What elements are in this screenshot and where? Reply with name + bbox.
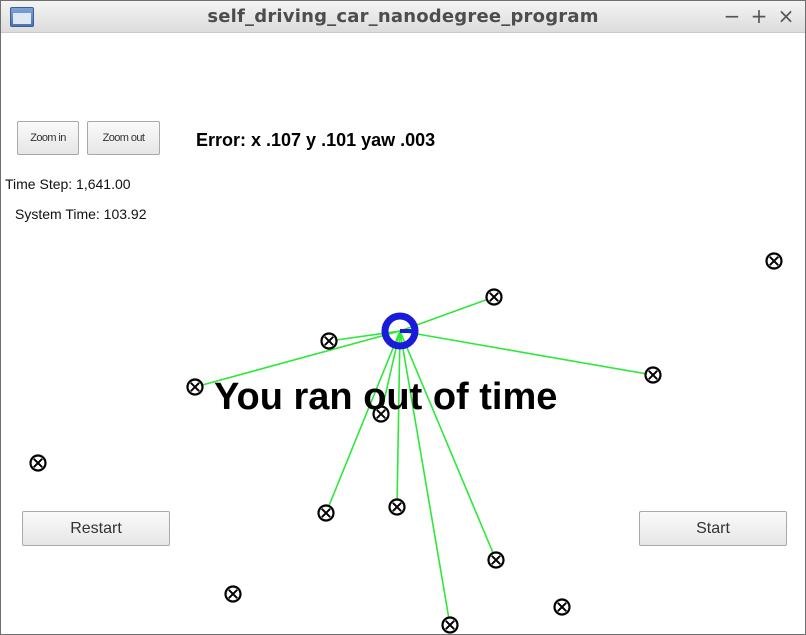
zoom-out-button[interactable]: Zoom out <box>87 121 160 155</box>
landmark-circle-x-icon <box>553 598 571 616</box>
landmark-circle-x-icon <box>644 366 662 384</box>
landmark-circle-x-icon <box>388 498 406 516</box>
observation-line <box>396 330 401 508</box>
zoom-in-button[interactable]: Zoom in <box>17 121 79 155</box>
close-button[interactable]: × <box>775 5 797 27</box>
observation-lines <box>194 296 654 626</box>
landmark-circle-x-icon <box>317 504 335 522</box>
simulation-canvas: Zoom in Zoom out Error: x .107 y .101 ya… <box>1 34 805 634</box>
simulator-window: self_driving_car_nanodegree_program − + … <box>0 0 806 635</box>
observation-line <box>325 330 401 514</box>
landmark-circle-x-icon <box>29 454 47 472</box>
landmark-circle-x-icon <box>186 378 204 396</box>
game-over-message: You ran out of time <box>214 376 558 418</box>
window-title: self_driving_car_nanodegree_program <box>207 6 599 27</box>
maximize-button[interactable]: + <box>748 5 770 27</box>
landmark-circle-x-icon <box>441 616 459 634</box>
landmark-circle-x-icon <box>765 252 783 270</box>
landmark-circle-x-icon <box>485 288 503 306</box>
observation-line <box>399 330 654 376</box>
title-bar[interactable]: self_driving_car_nanodegree_program − + … <box>1 1 805 33</box>
landmark-circle-x-icon <box>487 551 505 569</box>
start-button[interactable]: Start <box>639 511 787 546</box>
landmarks <box>29 252 783 634</box>
restart-button[interactable]: Restart <box>22 511 170 546</box>
landmark-circle-x-icon <box>224 585 242 603</box>
minimize-button[interactable]: − <box>721 5 743 27</box>
observation-line <box>399 330 497 561</box>
time-step-label: Time Step: 1,641.00 <box>5 176 131 192</box>
system-time-label: System Time: 103.92 <box>15 206 147 222</box>
landmark-circle-x-icon <box>320 332 338 350</box>
error-readout: Error: x .107 y .101 yaw .003 <box>196 130 436 150</box>
